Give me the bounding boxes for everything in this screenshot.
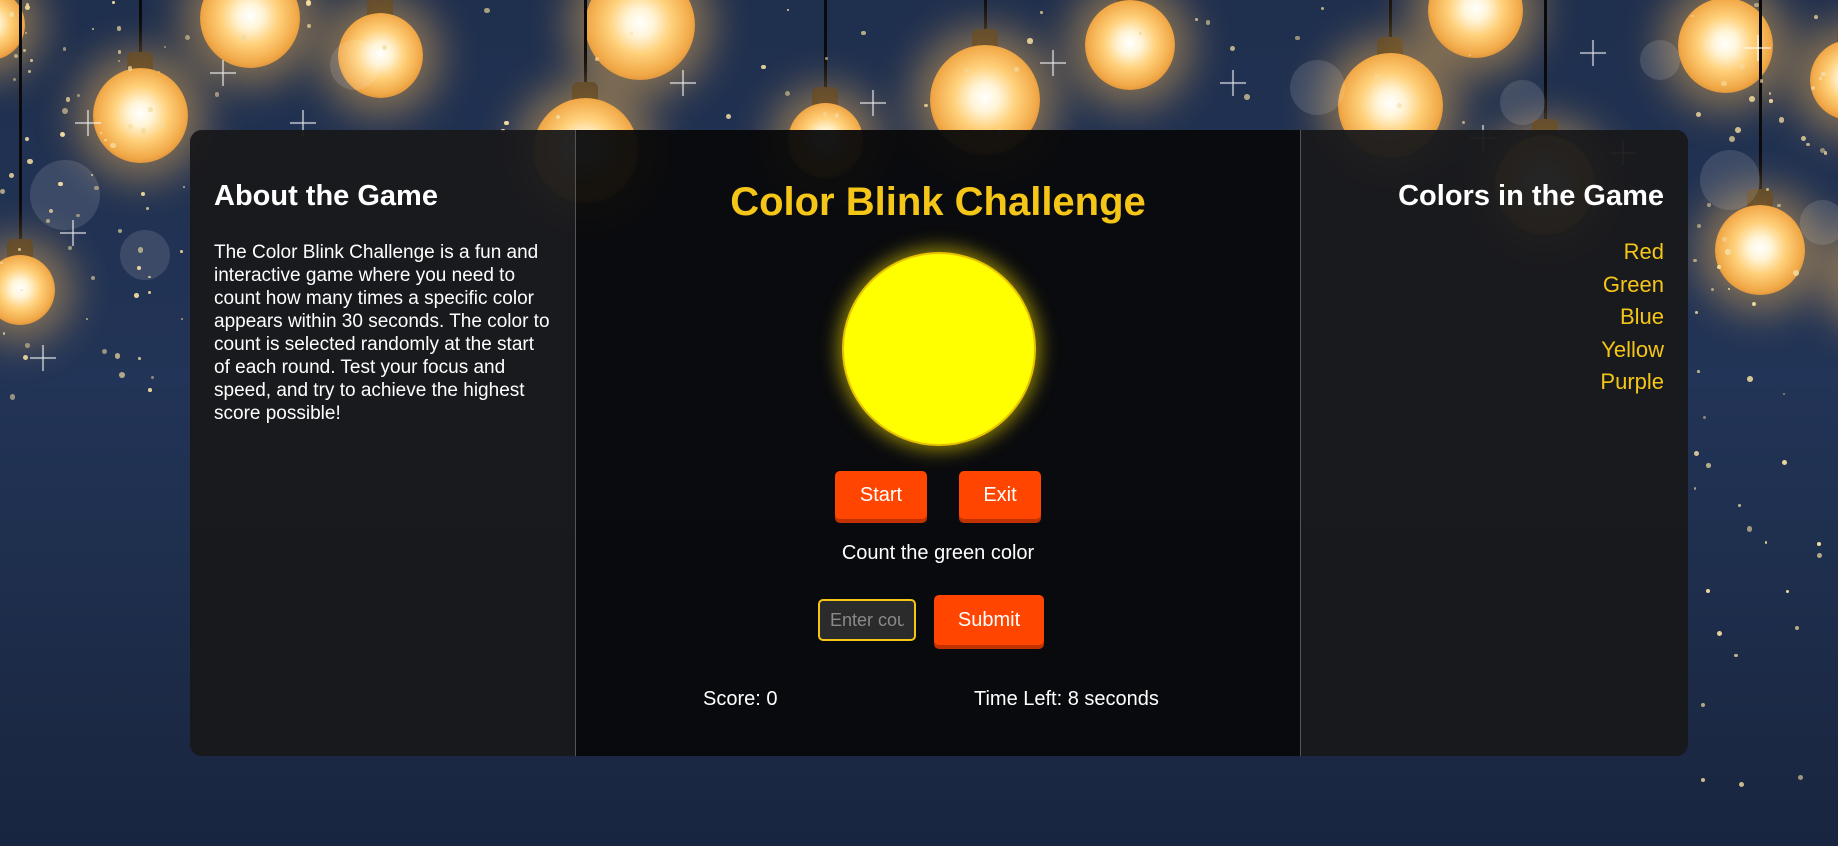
about-description: The Color Blink Challenge is a fun and i… — [214, 242, 550, 424]
exit-button[interactable]: Exit — [959, 471, 1041, 519]
color-list-item: Blue — [1619, 304, 1664, 329]
submit-button[interactable]: Submit — [934, 595, 1044, 645]
colors-heading: Colors in the Game — [1398, 180, 1664, 212]
game-area: Color Blink Challenge Start Exit Count t… — [576, 130, 1300, 756]
color-list: Red Green Blue Yellow Purple — [1325, 236, 1664, 399]
target-color-prompt: Count the green color — [841, 542, 1035, 564]
colors-section: Colors in the Game Red Green Blue Yellow… — [1300, 130, 1688, 756]
blink-circle — [842, 252, 1036, 446]
color-list-item: Purple — [1600, 369, 1664, 394]
color-list-item: Yellow — [1601, 336, 1664, 362]
count-input[interactable] — [818, 599, 916, 641]
score-display: Score: 0 — [703, 688, 778, 710]
color-list-item: Red — [1623, 239, 1664, 264]
time-left-display: Time Left: 8 seconds — [974, 688, 1159, 710]
color-list-item: Green — [1602, 271, 1664, 297]
about-section: About the Game The Color Blink Challenge… — [190, 130, 576, 756]
start-button[interactable]: Start — [835, 471, 927, 519]
game-title: Color Blink Challenge — [730, 180, 1146, 224]
about-heading: About the Game — [214, 180, 438, 212]
game-panel: About the Game The Color Blink Challenge… — [190, 130, 1688, 756]
